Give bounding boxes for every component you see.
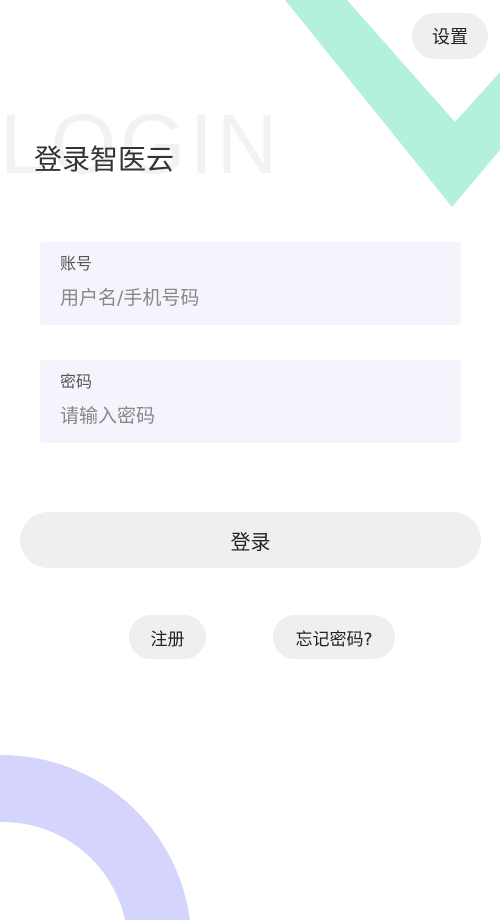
login-button[interactable]: 登录 — [20, 512, 481, 568]
password-label: 密码 — [60, 372, 93, 391]
account-input[interactable] — [60, 282, 440, 314]
page-title: 登录智医云 — [34, 143, 175, 176]
decorative-arc-shape — [0, 754, 190, 920]
account-label: 账号 — [60, 254, 93, 273]
account-field[interactable]: 账号 — [40, 242, 461, 325]
password-field[interactable]: 密码 — [40, 360, 461, 443]
forgot-password-button[interactable]: 忘记密码? — [273, 615, 395, 659]
password-input[interactable] — [60, 400, 440, 432]
settings-button[interactable]: 设置 — [412, 13, 488, 59]
register-button[interactable]: 注册 — [129, 615, 206, 659]
